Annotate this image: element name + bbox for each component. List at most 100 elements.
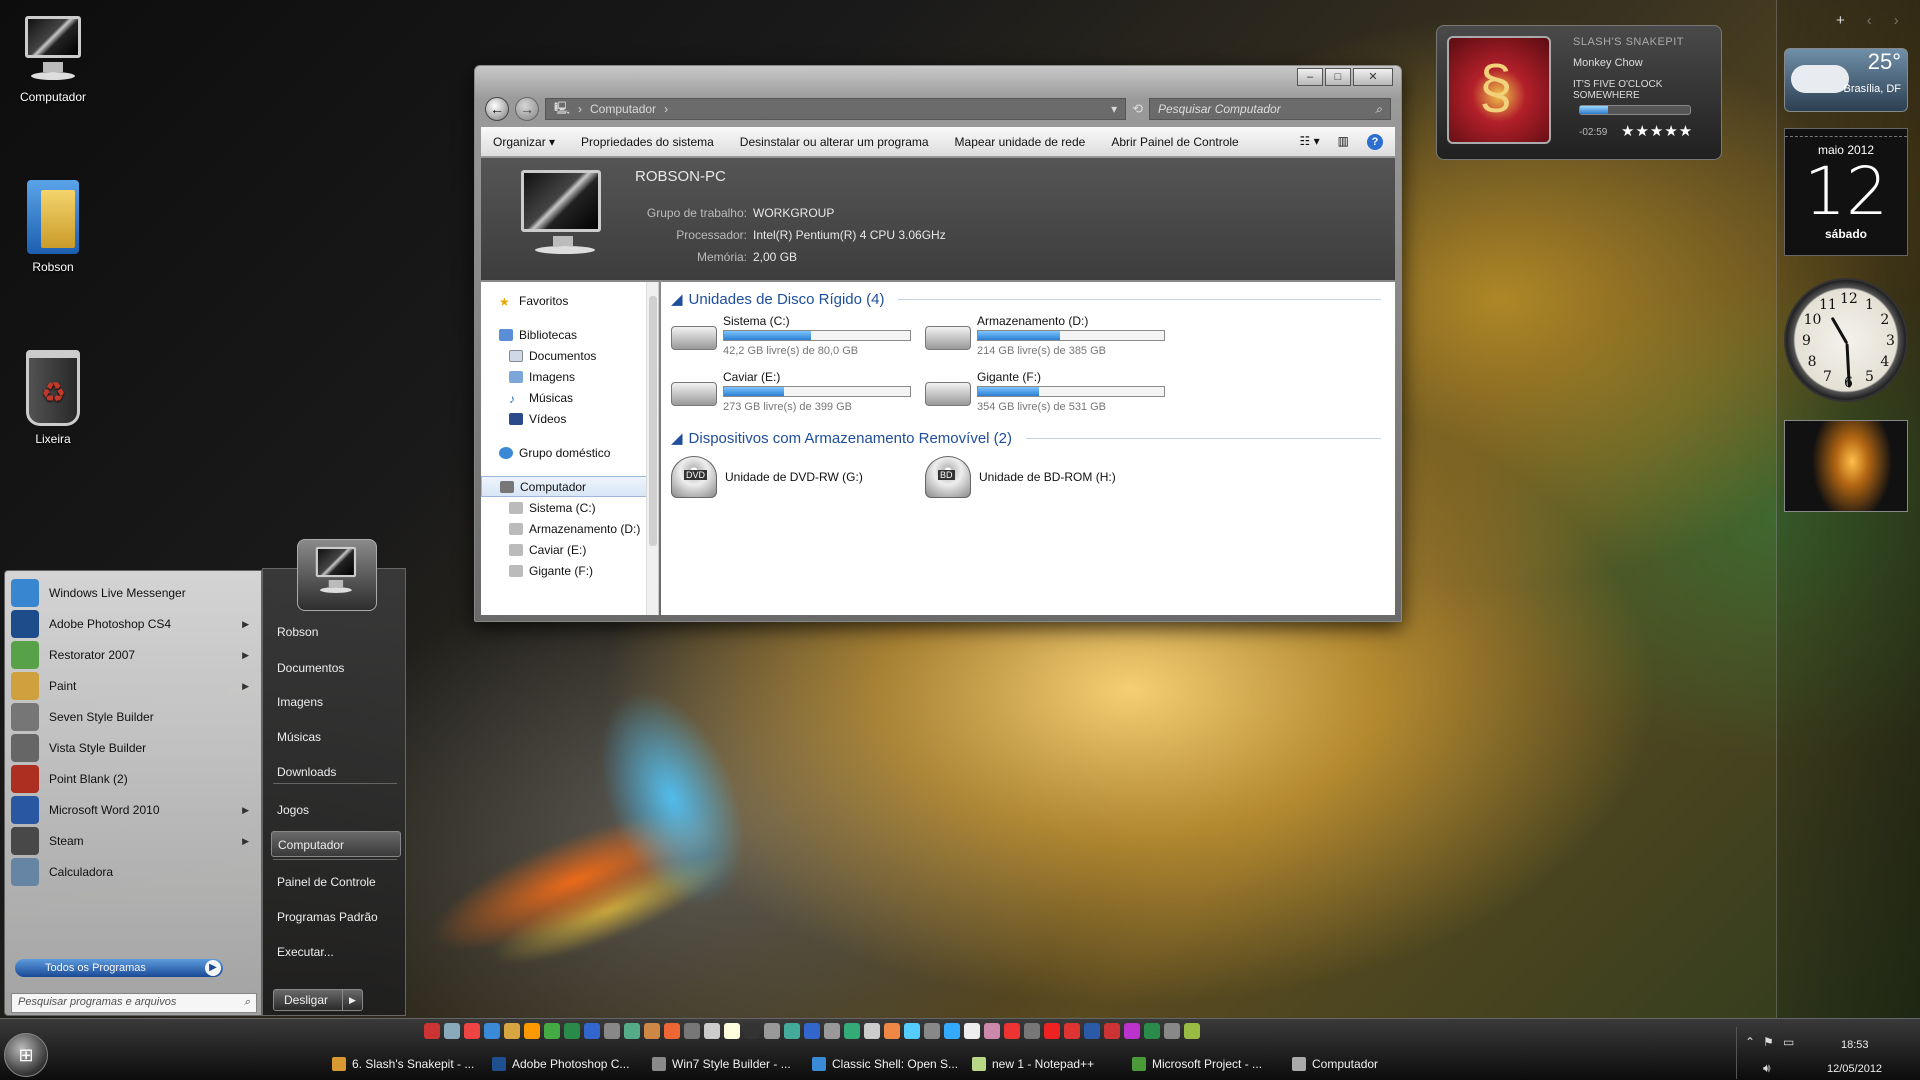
- track-progress[interactable]: [1579, 105, 1691, 115]
- track-rating[interactable]: ★★★★★: [1621, 122, 1693, 140]
- quick-launch-icon[interactable]: [644, 1023, 660, 1039]
- taskbar-clock-date[interactable]: 12/05/2012: [1827, 1063, 1882, 1075]
- submenu-arrow-icon[interactable]: ▶: [242, 619, 249, 630]
- action-center-flag-icon[interactable]: ⚑: [1763, 1035, 1774, 1049]
- taskbar-button[interactable]: Microsoft Project - ...: [1122, 1051, 1280, 1077]
- quick-launch-icon[interactable]: [824, 1023, 840, 1039]
- nav-music[interactable]: ♪ Músicas: [481, 387, 658, 408]
- quick-launch-icon[interactable]: [1184, 1023, 1200, 1039]
- quick-launch-icon[interactable]: [804, 1023, 820, 1039]
- nav-computer[interactable]: Computador: [481, 476, 648, 497]
- start-link-downloads[interactable]: Downloads: [263, 759, 403, 785]
- start-link-computer[interactable]: Computador: [271, 831, 401, 857]
- start-link-games[interactable]: Jogos: [263, 797, 403, 823]
- clock-gadget[interactable]: 12 1 2 3 4 5 6 7 8 9 10 11: [1784, 278, 1908, 402]
- desktop-icon-recycle-bin[interactable]: Lixeira: [3, 350, 103, 446]
- address-dropdown-icon[interactable]: ▾: [1111, 102, 1117, 116]
- drive-item[interactable]: Caviar (E:) 273 GB livre(s) de 399 GB: [671, 368, 911, 416]
- hard-disks-header[interactable]: ◢ Unidades de Disco Rígido (4): [671, 290, 1381, 308]
- start-link-control-panel[interactable]: Painel de Controle: [263, 869, 403, 895]
- quick-launch-icon[interactable]: [964, 1023, 980, 1039]
- weather-gadget[interactable]: 25° Brasília, DF: [1784, 48, 1908, 112]
- quick-launch-icon[interactable]: [664, 1023, 680, 1039]
- prev-icon[interactable]: ‹: [1867, 12, 1872, 29]
- quick-launch-icon[interactable]: [984, 1023, 1000, 1039]
- quick-launch-icon[interactable]: [944, 1023, 960, 1039]
- start-button[interactable]: ⊞: [4, 1033, 48, 1077]
- map-network-drive-button[interactable]: Mapear unidade de rede: [955, 135, 1086, 149]
- nav-homegroup[interactable]: Grupo doméstico: [481, 442, 658, 463]
- quick-launch-icon[interactable]: [624, 1023, 640, 1039]
- dvd-drive-item[interactable]: DVD Unidade de DVD-RW (G:): [671, 456, 863, 498]
- search-icon[interactable]: ⌕: [1375, 102, 1382, 116]
- quick-launch-icon[interactable]: [564, 1023, 580, 1039]
- quick-launch-icon[interactable]: [524, 1023, 540, 1039]
- desktop-icon-computer[interactable]: Computador: [3, 12, 103, 104]
- organize-button[interactable]: Organizar ▾: [493, 135, 555, 149]
- quick-launch-icon[interactable]: [704, 1023, 720, 1039]
- maximize-button[interactable]: □: [1325, 68, 1351, 86]
- breadcrumb-computer[interactable]: Computador: [590, 102, 656, 116]
- taskbar-button[interactable]: Adobe Photoshop C...: [482, 1051, 640, 1077]
- desktop-icon-user-folder[interactable]: Robson: [3, 180, 103, 274]
- open-control-panel-button[interactable]: Abrir Painel de Controle: [1111, 135, 1238, 149]
- submenu-arrow-icon[interactable]: ▶: [242, 836, 249, 847]
- drive-item[interactable]: Gigante (F:) 354 GB livre(s) de 531 GB: [925, 368, 1165, 416]
- calendar-gadget[interactable]: maio 2012 12 sábado: [1784, 128, 1908, 256]
- taskbar-button[interactable]: Computador: [1282, 1051, 1440, 1077]
- nav-libraries[interactable]: Bibliotecas: [481, 324, 658, 345]
- close-button[interactable]: ✕: [1353, 68, 1393, 86]
- nav-drive-d[interactable]: Armazenamento (D:): [481, 518, 658, 539]
- quick-launch-icon[interactable]: [544, 1023, 560, 1039]
- taskbar-button[interactable]: Classic Shell: Open S...: [802, 1051, 960, 1077]
- removable-devices-header[interactable]: ◢ Dispositivos com Armazenamento Removíve…: [671, 429, 1381, 447]
- user-picture[interactable]: [297, 539, 377, 611]
- quick-launch-icon[interactable]: [904, 1023, 920, 1039]
- quick-launch-icon[interactable]: [1044, 1023, 1060, 1039]
- taskbar-button[interactable]: Win7 Style Builder - ...: [642, 1051, 800, 1077]
- nav-videos[interactable]: Vídeos: [481, 408, 658, 429]
- explorer-search-input[interactable]: Pesquisar Computador ⌕: [1149, 98, 1391, 120]
- quick-launch-icon[interactable]: [744, 1023, 760, 1039]
- next-icon[interactable]: ›: [1894, 12, 1899, 29]
- quick-launch-icon[interactable]: [764, 1023, 780, 1039]
- quick-launch-icon[interactable]: [444, 1023, 460, 1039]
- quick-launch-icon[interactable]: [464, 1023, 480, 1039]
- show-hidden-icons-icon[interactable]: ⌃: [1745, 1035, 1755, 1049]
- refresh-icon[interactable]: ⟲: [1132, 101, 1143, 117]
- back-button[interactable]: ←: [485, 97, 509, 121]
- start-link-music[interactable]: Músicas: [263, 724, 403, 750]
- help-icon[interactable]: ?: [1367, 133, 1383, 150]
- volume-icon[interactable]: 🔊︎: [1763, 1061, 1771, 1076]
- start-link-default-programs[interactable]: Programas Padrão: [263, 904, 403, 930]
- quick-launch-icon[interactable]: [724, 1023, 740, 1039]
- taskbar-button[interactable]: new 1 - Notepad++: [962, 1051, 1120, 1077]
- quick-launch-icon[interactable]: [424, 1023, 440, 1039]
- start-program-item[interactable]: Calculadora: [11, 854, 257, 890]
- add-gadget-icon[interactable]: +: [1836, 12, 1845, 29]
- quick-launch-icon[interactable]: [1024, 1023, 1040, 1039]
- start-search-input[interactable]: Pesquisar programas e arquivos ⌕: [11, 993, 257, 1013]
- nav-drive-f[interactable]: Gigante (F:): [481, 560, 658, 581]
- submenu-arrow-icon[interactable]: ▶: [242, 805, 249, 816]
- quick-launch-icon[interactable]: [1084, 1023, 1100, 1039]
- breadcrumb-chevron-icon[interactable]: ›: [664, 102, 668, 116]
- all-programs-button[interactable]: Todos os Programas ▶: [15, 959, 223, 977]
- quick-launch-icon[interactable]: [884, 1023, 900, 1039]
- quick-launch-icon[interactable]: [1104, 1023, 1120, 1039]
- view-options-icon[interactable]: ☷ ▾: [1300, 134, 1320, 150]
- nav-documents[interactable]: Documentos: [481, 345, 658, 366]
- preview-pane-icon[interactable]: ▥: [1338, 134, 1349, 150]
- quick-launch-icon[interactable]: [584, 1023, 600, 1039]
- taskbar-clock-time[interactable]: 18:53: [1841, 1039, 1869, 1051]
- shutdown-button[interactable]: Desligar ▶: [273, 989, 363, 1011]
- submenu-arrow-icon[interactable]: ▶: [242, 650, 249, 661]
- submenu-arrow-icon[interactable]: ▶: [242, 681, 249, 692]
- address-bar[interactable]: 🖳 › Computador › ▾: [545, 98, 1127, 120]
- start-link-user[interactable]: Robson: [263, 619, 403, 645]
- taskbar-button[interactable]: 6. Slash's Snakepit - ...: [322, 1051, 480, 1077]
- media-player-gadget[interactable]: SLASH'S SNAKEPIT Monkey Chow IT'S FIVE O…: [1436, 25, 1722, 160]
- quick-launch-icon[interactable]: [864, 1023, 880, 1039]
- nav-scrollbar[interactable]: [646, 282, 658, 615]
- start-link-run[interactable]: Executar...: [263, 939, 403, 965]
